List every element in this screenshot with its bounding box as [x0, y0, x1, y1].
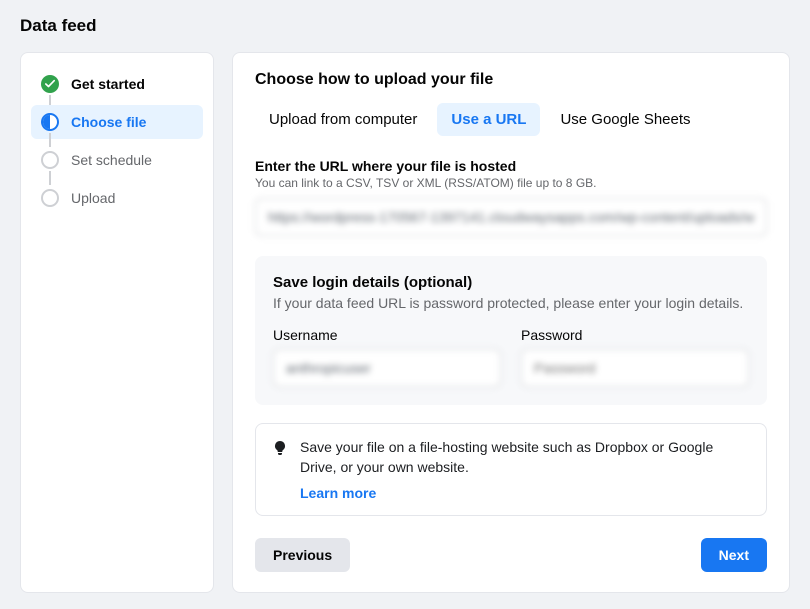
username-label: Username — [273, 327, 501, 343]
section-title: Choose how to upload your file — [255, 71, 767, 89]
steps-sidebar: Get started Choose file Set schedule Upl… — [20, 52, 214, 593]
learn-more-link[interactable]: Learn more — [300, 485, 376, 501]
url-field-help: You can link to a CSV, TSV or XML (RSS/A… — [255, 176, 767, 190]
tip-box: Save your file on a file-hosting website… — [255, 423, 767, 516]
tab-use-google-sheets[interactable]: Use Google Sheets — [546, 103, 704, 136]
password-input[interactable] — [521, 349, 749, 387]
step-label: Upload — [71, 190, 115, 206]
login-panel: Save login details (optional) If your da… — [255, 256, 767, 405]
previous-button[interactable]: Previous — [255, 538, 350, 572]
footer-row: Previous Next — [255, 538, 767, 572]
tip-text: Save your file on a file-hosting website… — [300, 438, 750, 477]
step-label: Choose file — [71, 114, 146, 130]
url-input[interactable] — [255, 198, 767, 236]
upload-tabs: Upload from computer Use a URL Use Googl… — [255, 103, 767, 136]
main-panel: Choose how to upload your file Upload fr… — [232, 52, 790, 593]
step-label: Get started — [71, 76, 145, 92]
step-set-schedule[interactable]: Set schedule — [31, 143, 203, 177]
lightbulb-icon — [272, 440, 288, 456]
url-field-label: Enter the URL where your file is hosted — [255, 158, 767, 174]
login-title: Save login details (optional) — [273, 274, 749, 291]
check-icon — [41, 75, 59, 93]
page-title: Data feed — [20, 16, 790, 36]
step-upload[interactable]: Upload — [31, 181, 203, 215]
login-subtitle: If your data feed URL is password protec… — [273, 295, 749, 311]
url-field-block: Enter the URL where your file is hosted … — [255, 158, 767, 236]
username-input[interactable] — [273, 349, 501, 387]
circle-icon — [41, 189, 59, 207]
step-choose-file[interactable]: Choose file — [31, 105, 203, 139]
tab-upload-from-computer[interactable]: Upload from computer — [255, 103, 431, 136]
step-get-started[interactable]: Get started — [31, 67, 203, 101]
circle-icon — [41, 151, 59, 169]
password-label: Password — [521, 327, 749, 343]
next-button[interactable]: Next — [701, 538, 767, 572]
step-label: Set schedule — [71, 152, 152, 168]
half-circle-icon — [41, 113, 59, 131]
tab-use-a-url[interactable]: Use a URL — [437, 103, 540, 136]
